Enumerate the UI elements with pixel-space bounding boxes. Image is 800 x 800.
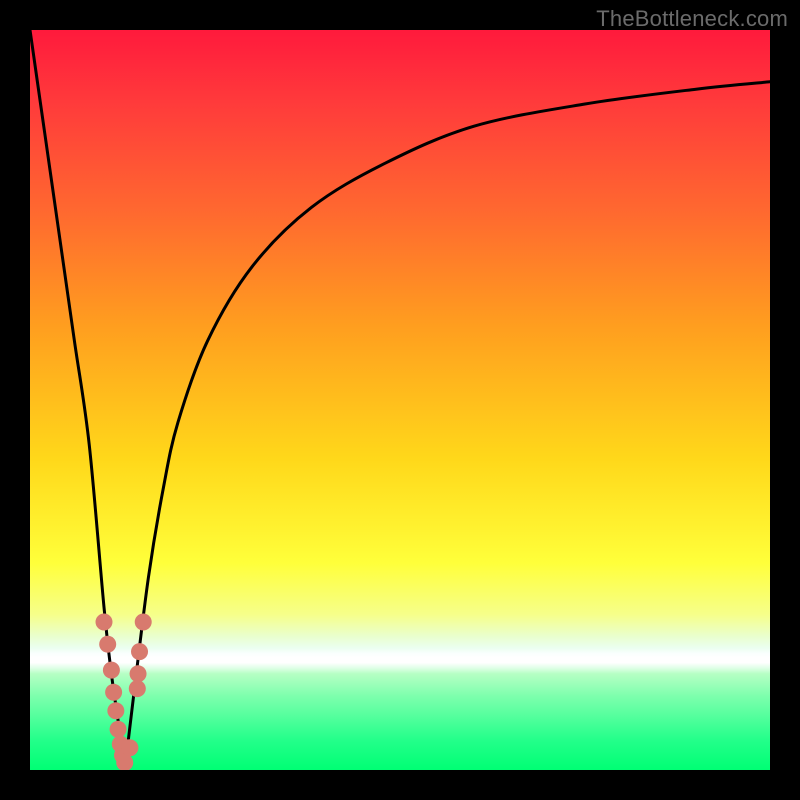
marker-dot bbox=[96, 614, 113, 631]
marker-dot bbox=[103, 662, 120, 679]
curve-left-branch bbox=[30, 30, 125, 770]
marker-dot bbox=[99, 636, 116, 653]
marker-dot bbox=[135, 614, 152, 631]
marker-dot bbox=[130, 665, 147, 682]
watermark-text: TheBottleneck.com bbox=[596, 6, 788, 32]
marker-dot bbox=[131, 643, 148, 660]
chart-svg bbox=[30, 30, 770, 770]
marker-dot bbox=[110, 721, 127, 738]
curve-right-branch bbox=[125, 82, 770, 770]
plot-area bbox=[30, 30, 770, 770]
marker-dot bbox=[129, 680, 146, 697]
chart-frame: TheBottleneck.com bbox=[0, 0, 800, 800]
marker-dot bbox=[107, 702, 124, 719]
marker-dot bbox=[121, 739, 138, 756]
marker-dot bbox=[105, 684, 122, 701]
